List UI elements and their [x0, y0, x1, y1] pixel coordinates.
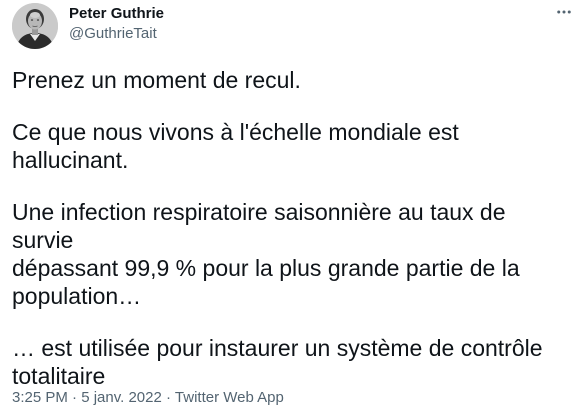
tweet-source: Twitter Web App: [174, 389, 284, 406]
author-display-name[interactable]: Peter Guthrie: [69, 5, 164, 23]
author-handle[interactable]: @GuthrieTait: [69, 25, 157, 43]
meta-separator: ·: [67, 389, 82, 406]
more-dots-icon: [557, 10, 571, 14]
tweet-time[interactable]: 3:25 PM: [12, 389, 68, 406]
meta-separator: ·: [161, 389, 175, 406]
more-options-button[interactable]: [552, 0, 576, 24]
tweet-paragraph: Prenez un moment de recul.: [12, 67, 301, 93]
tweet-paragraph: Une infection respiratoire saisonnière a…: [12, 199, 520, 309]
tweet-paragraph: Ce que nous vivons à l'échelle mondiale …: [12, 119, 459, 173]
portrait-avatar-icon: [12, 3, 58, 49]
tweet-text: Prenez un moment de recul. Ce que nous v…: [12, 66, 572, 390]
avatar[interactable]: [12, 3, 58, 49]
tweet-metadata: 3:25 PM · 5 janv. 2022 · Twitter Web App: [12, 389, 284, 407]
tweet-card: Peter Guthrie @GuthrieTait Prenez un mom…: [0, 0, 584, 415]
tweet-date[interactable]: 5 janv. 2022: [81, 389, 162, 406]
tweet-paragraph: … est utilisée pour instaurer un système…: [12, 335, 543, 389]
